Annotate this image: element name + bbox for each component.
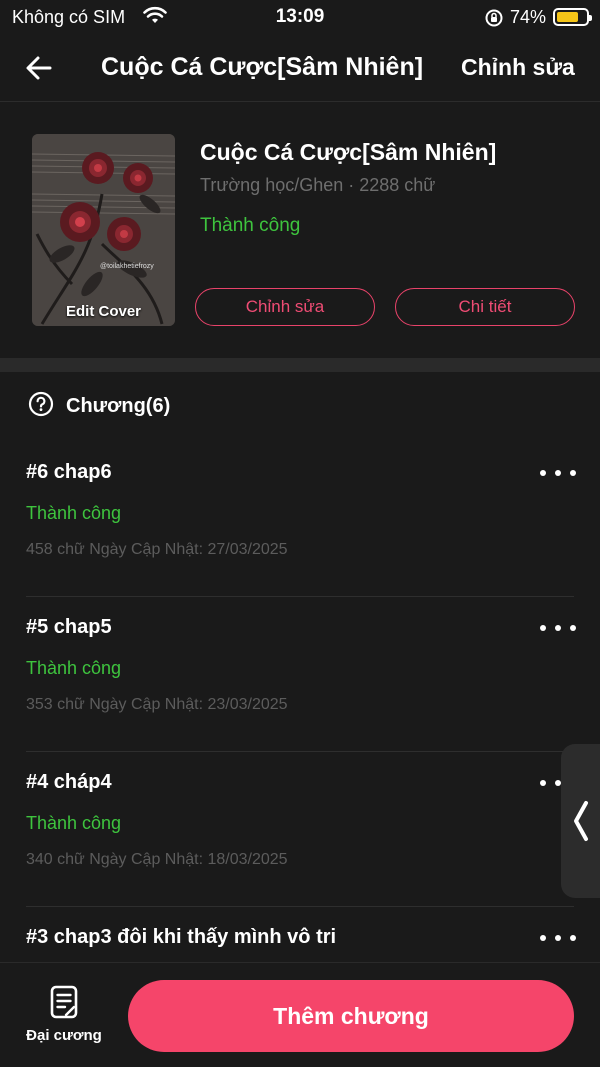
chevron-left-icon — [574, 801, 588, 841]
chapter-meta: 353 chữ Ngày Cập Nhật: 23/03/2025 — [26, 696, 288, 713]
document-icon — [50, 985, 78, 1019]
chapter-status: Thành công — [26, 503, 122, 523]
book-header: @toilakhetiefrozy Edit Cover Cuộc Cá Cượ… — [0, 102, 600, 358]
navigation-bar: Cuộc Cá Cược[Sâm Nhiên] Chỉnh sửa — [0, 34, 600, 102]
book-cover[interactable]: @toilakhetiefrozy Edit Cover — [32, 134, 175, 326]
bottom-bar: Đại cương Thêm chương — [0, 962, 600, 1067]
battery-percent: 74% — [510, 7, 547, 27]
section-divider — [0, 358, 600, 372]
book-title: Cuộc Cá Cược[Sâm Nhiên] — [200, 139, 497, 165]
status-bar: Không có SIM 13:09 74% — [0, 0, 600, 34]
edit-book-button[interactable]: Chỉnh sửa — [195, 288, 375, 326]
book-meta: Trường học/Ghen · 2288 chữ — [200, 175, 436, 195]
more-options-icon[interactable] — [540, 470, 576, 480]
chapter-status: Thành công — [26, 813, 122, 833]
battery-icon — [553, 8, 592, 26]
rotation-lock-icon — [484, 8, 504, 33]
cover-image: @toilakhetiefrozy — [32, 134, 175, 326]
nav-edit-button[interactable]: Chỉnh sửa — [461, 54, 575, 81]
add-chapter-button[interactable]: Thêm chương — [128, 980, 574, 1052]
more-options-icon[interactable] — [540, 935, 576, 945]
page-title: Cuộc Cá Cược[Sâm Nhiên] — [101, 53, 424, 81]
chapter-item[interactable]: #3 chap3 đôi khi thấy mình vô tri — [0, 907, 600, 962]
chapter-meta: 340 chữ Ngày Cập Nhật: 18/03/2025 — [26, 851, 288, 868]
chapter-item[interactable]: #4 cháp4 Thành công 340 chữ Ngày Cập Nhậ… — [0, 752, 600, 907]
edit-cover-label[interactable]: Edit Cover — [32, 303, 175, 320]
outline-label: Đại cương — [26, 1027, 102, 1044]
chapter-title: #3 chap3 đôi khi thấy mình vô tri — [26, 926, 337, 948]
side-drawer-handle[interactable] — [561, 744, 600, 898]
chapter-title: #4 cháp4 — [26, 771, 112, 793]
chapter-item[interactable]: #6 chap6 Thành công 458 chữ Ngày Cập Nhậ… — [0, 442, 600, 597]
more-options-icon[interactable] — [540, 625, 576, 635]
question-circle-icon[interactable] — [28, 391, 54, 422]
outline-tab[interactable]: Đại cương — [18, 985, 110, 1044]
chapter-title: #5 chap5 — [26, 616, 112, 638]
book-status: Thành công — [200, 215, 301, 236]
cover-watermark: @toilakhetiefrozy — [100, 263, 154, 270]
chapter-meta: 458 chữ Ngày Cập Nhật: 27/03/2025 — [26, 541, 288, 558]
chapter-count-label: Chương(6) — [66, 394, 171, 417]
chapter-status: Thành công — [26, 658, 122, 678]
chapter-list: Chương(6) #6 chap6 Thành công 458 chữ Ng… — [0, 372, 600, 962]
chapter-title: #6 chap6 — [26, 461, 112, 483]
chapter-list-header: Chương(6) — [28, 391, 171, 422]
chapter-item[interactable]: #5 chap5 Thành công 353 chữ Ngày Cập Nhậ… — [0, 597, 600, 752]
arrow-left-icon[interactable] — [22, 52, 58, 84]
book-detail-button[interactable]: Chi tiết — [395, 288, 575, 326]
